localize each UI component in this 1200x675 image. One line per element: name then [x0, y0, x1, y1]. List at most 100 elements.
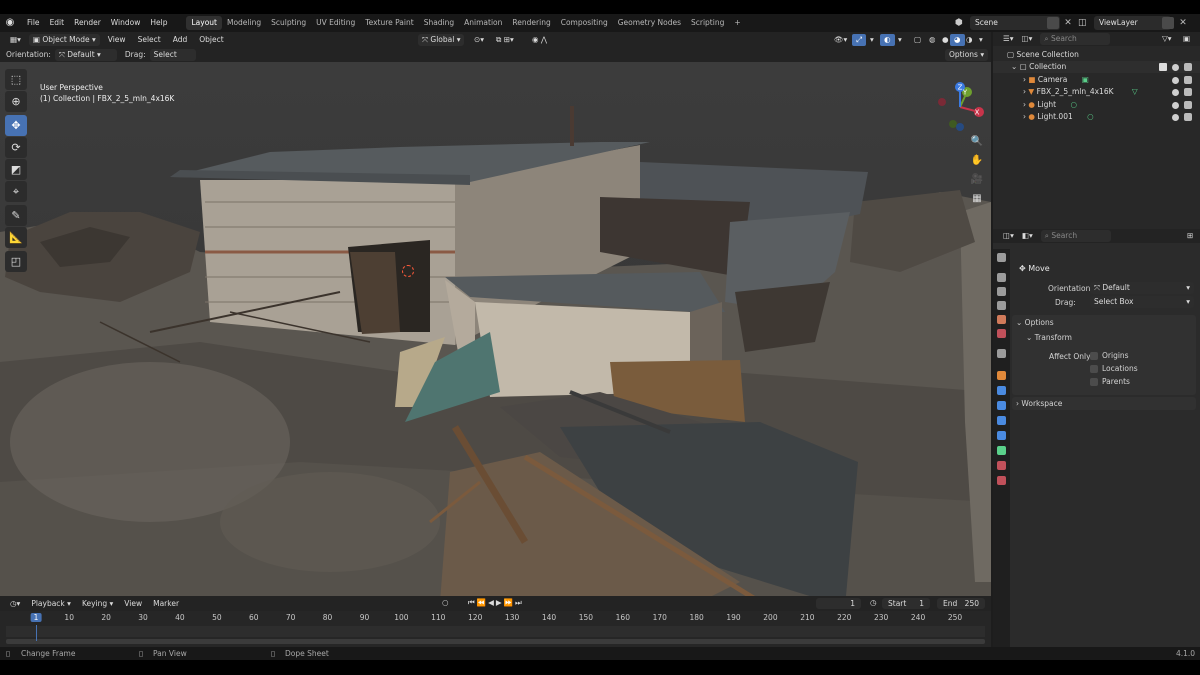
start-frame-field[interactable]: Start 1: [882, 598, 930, 609]
gizmo-neg-y-axis[interactable]: [949, 120, 957, 128]
scale-tool-icon[interactable]: ◩: [5, 159, 27, 180]
playback-menu[interactable]: Playback ▾: [27, 598, 75, 610]
parents-checkbox[interactable]: Parents: [1090, 377, 1130, 386]
end-frame-field[interactable]: End 250: [937, 598, 985, 609]
tool-tab-icon[interactable]: [997, 253, 1006, 262]
properties-search-input[interactable]: ⌕ Search: [1040, 230, 1111, 242]
options-dropdown[interactable]: Options ▾: [945, 49, 989, 61]
props-drag-dropdown[interactable]: Select Box ▾: [1090, 296, 1194, 308]
annotate-tool-icon[interactable]: ✎: [5, 205, 27, 226]
keyframe-track[interactable]: [6, 626, 985, 637]
mode-dropdown[interactable]: ▣ Object Mode ▾: [28, 33, 100, 46]
timeline-scrollbar[interactable]: [6, 639, 985, 644]
tab-animation[interactable]: Animation: [459, 16, 507, 30]
collection-row[interactable]: ⌄ ▢ Collection: [993, 61, 1200, 73]
collection-checkbox-icon[interactable]: [1159, 63, 1167, 71]
menu-window[interactable]: Window: [106, 14, 146, 32]
3d-viewport[interactable]: User Perspective (1) Collection | FBX_2_…: [0, 62, 991, 596]
data-tab-icon[interactable]: [997, 446, 1006, 455]
outliner-item-light-001[interactable]: › ● Light.001 ○: [993, 111, 1200, 123]
timeline-view-menu[interactable]: View: [120, 598, 146, 610]
editor-type-icon[interactable]: ▦▾: [6, 34, 25, 46]
light-001-render-icon[interactable]: [1184, 113, 1192, 121]
zoom-icon[interactable]: 🔍: [969, 134, 985, 150]
physics-tab-icon[interactable]: [997, 416, 1006, 425]
playback-controls-icon[interactable]: ⏮⏪◀▶⏩⏭: [464, 597, 528, 609]
camera-view-icon[interactable]: 🎥: [969, 172, 985, 188]
fbx-eye-icon[interactable]: [1172, 89, 1179, 96]
marker-menu[interactable]: Marker: [149, 598, 183, 610]
timeline-area[interactable]: 1 10 20 30 40 50 60 70 80 90 100 110 120 130 140 150 160…: [0, 611, 991, 647]
constraints-tab-icon[interactable]: [997, 431, 1006, 440]
origins-checkbox[interactable]: Origins: [1090, 351, 1129, 360]
pin-dropdown-icon[interactable]: ◧▾: [1018, 230, 1037, 242]
tab-uv-editing[interactable]: UV Editing: [311, 16, 360, 30]
outliner-item-camera[interactable]: › ■ Camera ▣: [993, 74, 1200, 86]
add-workspace-button[interactable]: +: [729, 16, 745, 30]
orientation-dropdown[interactable]: ⤧ Default ▾: [54, 48, 117, 61]
output-tab-icon[interactable]: [997, 287, 1006, 296]
options-panel-header[interactable]: ⌄ Options: [1016, 318, 1054, 327]
proportional-edit-icon[interactable]: ◉ ⋀: [528, 34, 551, 46]
new-collection-icon[interactable]: ▣: [1179, 33, 1194, 45]
camera-render-icon[interactable]: [1184, 76, 1192, 84]
tab-compositing[interactable]: Compositing: [556, 16, 613, 30]
tab-sculpting[interactable]: Sculpting: [266, 16, 311, 30]
scene-collection-row[interactable]: ▢ Scene Collection: [993, 49, 1200, 61]
properties-editor-icon[interactable]: ◫▾: [999, 230, 1018, 242]
clock-icon[interactable]: ◷: [866, 597, 881, 609]
overlays-toggle-icon[interactable]: ◐: [880, 34, 895, 46]
object-tab-icon[interactable]: [997, 371, 1006, 380]
properties-pin-icon[interactable]: ⊞: [1183, 230, 1197, 242]
delete-scene-icon[interactable]: ✕: [1062, 17, 1074, 29]
world-tab-icon[interactable]: [997, 329, 1006, 338]
collection-eye-icon[interactable]: [1172, 64, 1179, 71]
view-layer-field[interactable]: ViewLayer: [1094, 16, 1171, 30]
tab-geometry-nodes[interactable]: Geometry Nodes: [613, 16, 686, 30]
current-frame-field[interactable]: 1: [816, 598, 861, 609]
drag-dropdown[interactable]: Select Box ▾: [149, 48, 196, 71]
view-layer-tab-icon[interactable]: [997, 301, 1006, 310]
visibility-icon[interactable]: 👁▾: [830, 34, 851, 46]
tab-scripting[interactable]: Scripting: [686, 16, 729, 30]
menu-file[interactable]: File: [22, 14, 45, 32]
props-orientation-dropdown[interactable]: ⤧ Default ▾: [1090, 282, 1194, 294]
overlays-dropdown-icon[interactable]: ▾: [894, 34, 906, 46]
shading-dropdown-icon[interactable]: ▾: [975, 34, 987, 46]
menu-select[interactable]: Select: [134, 34, 165, 46]
material-tab-icon[interactable]: [997, 461, 1006, 470]
transform-tool-icon[interactable]: ⌖: [5, 181, 27, 202]
outliner-item-fbx[interactable]: › ▼ FBX_2_5_mln_4x16K ▽: [993, 86, 1200, 98]
menu-add[interactable]: Add: [169, 34, 192, 46]
add-cube-tool-icon[interactable]: ◰: [5, 251, 27, 272]
tab-shading[interactable]: Shading: [419, 16, 459, 30]
outliner-editor-icon[interactable]: ☰▾: [999, 33, 1018, 45]
measure-tool-icon[interactable]: 📐: [5, 227, 27, 248]
delete-view-layer-icon[interactable]: ✕: [1177, 17, 1189, 29]
menu-edit[interactable]: Edit: [45, 14, 70, 32]
gizmo-neg-x-axis[interactable]: [938, 98, 946, 106]
scene-tab-icon[interactable]: [997, 315, 1006, 324]
tab-rendering[interactable]: Rendering: [507, 16, 555, 30]
rotate-tool-icon[interactable]: ⟳: [5, 137, 27, 158]
snap-icon[interactable]: ⧉ ⊞▾: [492, 34, 518, 46]
display-mode-icon[interactable]: ◫▾: [1018, 33, 1037, 45]
gizmo-neg-z-axis[interactable]: [956, 123, 964, 131]
gizmo-dropdown-icon[interactable]: ▾: [866, 34, 878, 46]
collection-camera-icon[interactable]: [1184, 63, 1192, 71]
pan-hand-icon[interactable]: ✋: [969, 153, 985, 169]
select-box-tool-icon[interactable]: ⬚: [5, 69, 27, 90]
tab-modeling[interactable]: Modeling: [222, 16, 266, 30]
pivot-point-icon[interactable]: ⊙▾: [470, 34, 488, 46]
navigation-gizmo[interactable]: X Y Z: [935, 82, 985, 132]
menu-view[interactable]: View: [104, 34, 130, 46]
particles-tab-icon[interactable]: [997, 401, 1006, 410]
filter-icon[interactable]: ▽▾: [1158, 33, 1176, 45]
camera-eye-icon[interactable]: [1172, 77, 1179, 84]
record-icon[interactable]: ○: [438, 597, 453, 609]
cursor-tool-icon[interactable]: ⊕: [5, 91, 27, 112]
new-scene-icon[interactable]: [1047, 17, 1059, 29]
transform-subpanel-header[interactable]: ⌄ Transform: [1026, 333, 1072, 342]
transform-orientation-dropdown[interactable]: ⤧ Global ▾: [418, 34, 465, 46]
fbx-render-icon[interactable]: [1184, 88, 1192, 96]
